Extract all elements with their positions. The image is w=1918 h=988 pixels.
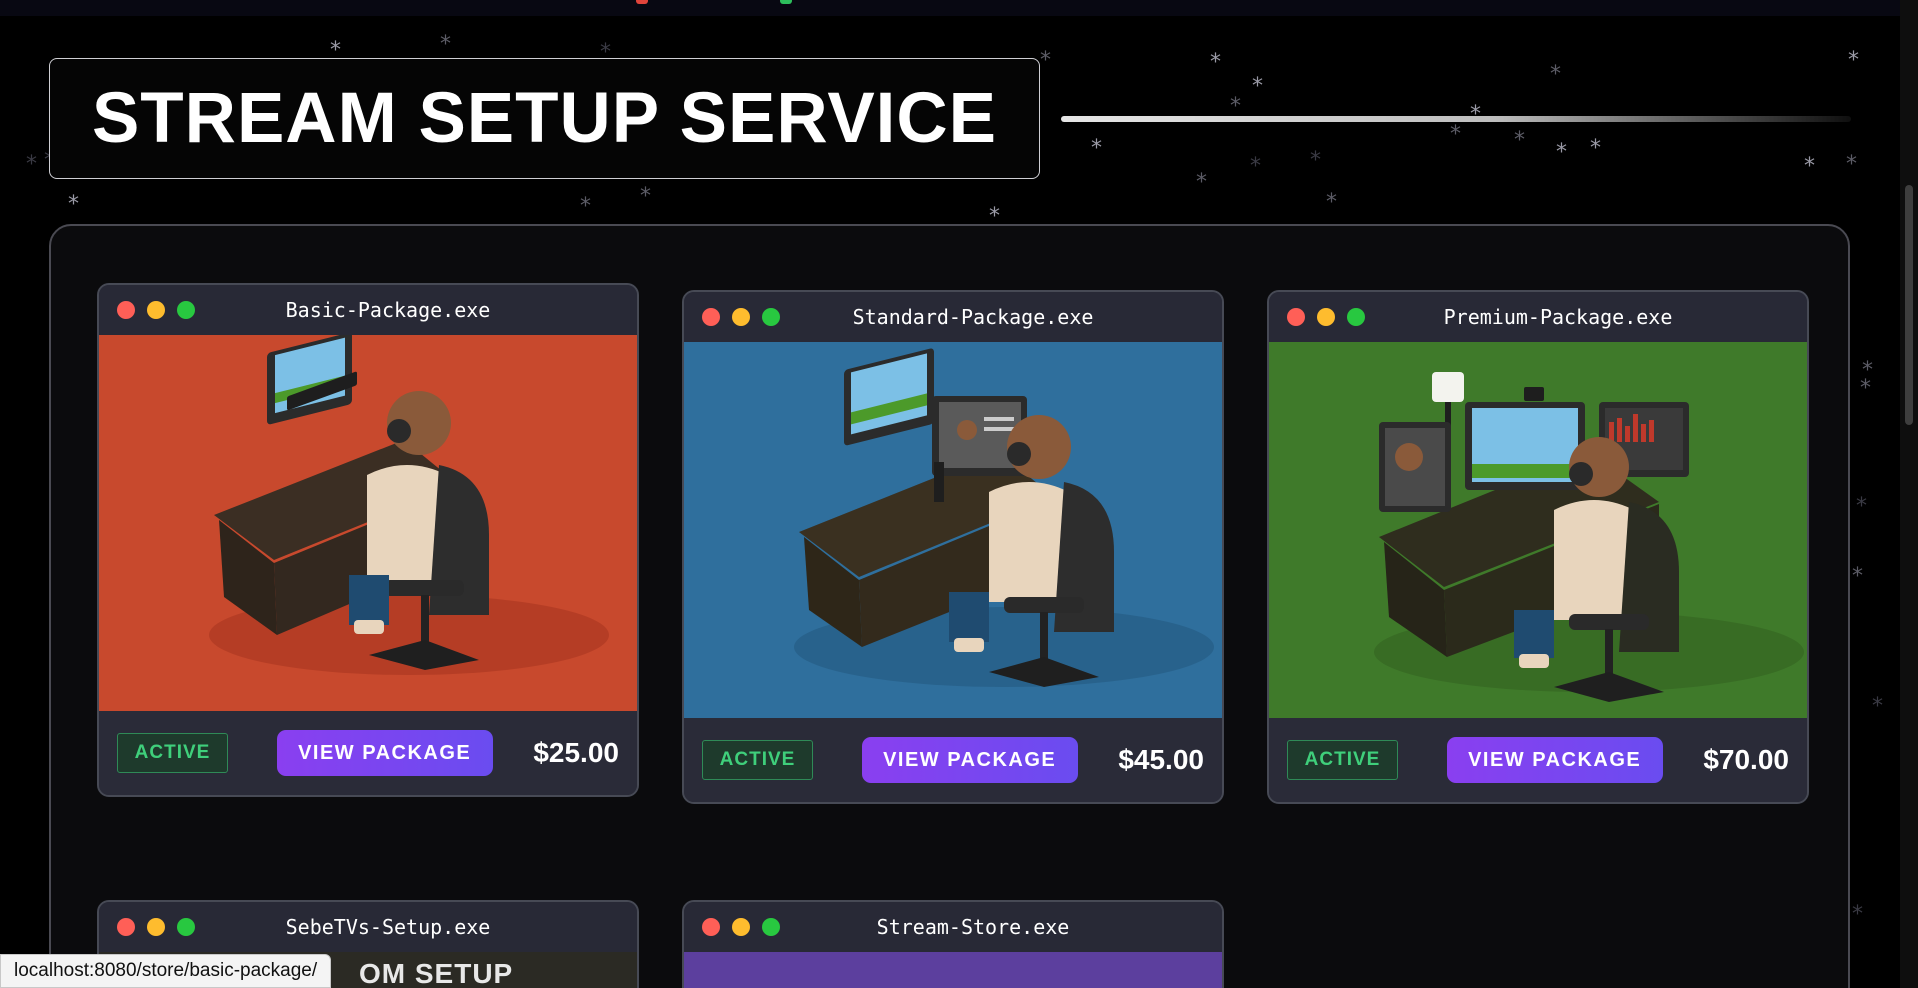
window-filename: Stream-Store.exe (876, 915, 1070, 939)
close-dot-icon (117, 301, 135, 319)
close-dot-icon (702, 308, 720, 326)
minimize-dot-icon (732, 918, 750, 936)
price-label: $45.00 (1118, 744, 1204, 775)
maximize-dot-icon (177, 918, 195, 936)
top-strip (0, 0, 1900, 16)
view-package-button[interactable]: VIEW PACKAGE (1446, 737, 1663, 783)
card-footer: ACTIVE VIEW PACKAGE $45.00 (684, 718, 1222, 802)
window-filename: SebeTVs-Setup.exe (285, 915, 491, 939)
window-titlebar: Standard-Package.exe (684, 292, 1222, 342)
close-dot-icon (702, 918, 720, 936)
minimize-dot-icon (147, 918, 165, 936)
minimize-dot-icon (147, 301, 165, 319)
package-image-standard[interactable] (684, 342, 1222, 718)
package-image-basic[interactable] (99, 335, 637, 711)
page-title: STREAM SETUP SERVICE (91, 79, 998, 158)
package-card-basic: Basic-Package.exe ACTIVE VIEW PACKAGE $2… (97, 283, 639, 797)
maximize-dot-icon (1347, 308, 1365, 326)
window-titlebar: Basic-Package.exe (99, 285, 637, 335)
page-title-box: STREAM SETUP SERVICE (49, 58, 1040, 179)
view-package-button[interactable]: VIEW PACKAGE (276, 730, 493, 776)
page-scrollbar[interactable] (1900, 0, 1918, 988)
status-badge: ACTIVE (1287, 740, 1398, 780)
close-dot-icon (117, 918, 135, 936)
maximize-dot-icon (762, 308, 780, 326)
status-bar-url: localhost:8080/store/basic-package/ (0, 954, 332, 988)
title-divider-line (1061, 116, 1851, 122)
window-filename: Premium-Package.exe (1443, 305, 1673, 329)
scrollbar-thumb[interactable] (1905, 185, 1913, 425)
card-footer: ACTIVE VIEW PACKAGE $70.00 (1269, 718, 1807, 802)
window-filename: Standard-Package.exe (852, 305, 1094, 329)
window-titlebar: Premium-Package.exe (1269, 292, 1807, 342)
tab-indicator-green (780, 0, 792, 4)
tab-indicator-red (636, 0, 648, 4)
package-card-standard: Standard-Package.exe ACTIVE VIEW PACKAGE… (682, 290, 1224, 804)
package-card-premium: Premium-Package.exe ACTIVE VIEW PACKAGE … (1267, 290, 1809, 804)
image-overlay-text: OM SETUP (359, 958, 514, 988)
card-footer: ACTIVE VIEW PACKAGE $25.00 (99, 711, 637, 795)
close-dot-icon (1287, 308, 1305, 326)
price-label: $70.00 (1703, 744, 1789, 775)
price-label: $25.00 (533, 737, 619, 768)
minimize-dot-icon (1317, 308, 1335, 326)
package-image-premium[interactable] (1269, 342, 1807, 718)
view-package-button[interactable]: VIEW PACKAGE (861, 737, 1078, 783)
maximize-dot-icon (762, 918, 780, 936)
minimize-dot-icon (732, 308, 750, 326)
window-filename: Basic-Package.exe (285, 298, 491, 322)
window-titlebar: Stream-Store.exe (684, 902, 1222, 952)
package-card-stream-store: Stream-Store.exe (682, 900, 1224, 988)
package-image-stream-store[interactable] (684, 952, 1222, 988)
status-badge: ACTIVE (117, 733, 228, 773)
status-badge: ACTIVE (702, 740, 813, 780)
window-titlebar: SebeTVs-Setup.exe (99, 902, 637, 952)
maximize-dot-icon (177, 301, 195, 319)
